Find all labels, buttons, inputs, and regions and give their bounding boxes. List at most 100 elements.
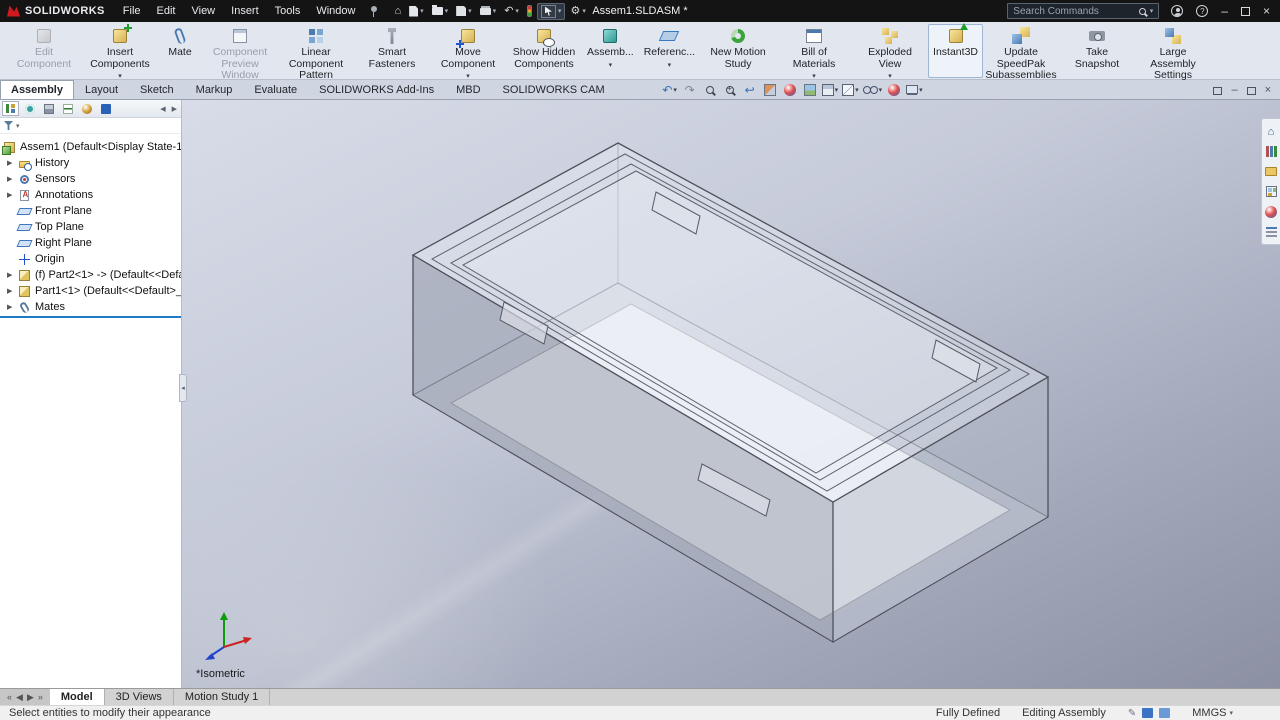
close-button[interactable]: × — [1263, 5, 1270, 17]
unit-system-selector[interactable]: MMGS ▾ — [1192, 707, 1233, 719]
custom-properties-button[interactable] — [1265, 225, 1278, 238]
solidworks-resources-button[interactable]: ⌂ — [1265, 125, 1278, 138]
ribbon-show-hidden-components-button[interactable]: Show Hidden Components — [506, 24, 582, 78]
apply-scene-button[interactable] — [802, 82, 818, 97]
ribbon-update-speedpak-button[interactable]: Update SpeedPak Subassemblies — [983, 24, 1059, 81]
ribbon-smart-fasteners-button[interactable]: Smart Fasteners — [354, 24, 430, 78]
status-tag-icon[interactable] — [1142, 708, 1154, 718]
ribbon-linear-component-pattern-button[interactable]: Linear Component Pattern ▾ — [278, 24, 354, 92]
ribbon-insert-components-button[interactable]: Insert Components ▾ — [82, 24, 158, 80]
select-tool-button[interactable]: ▾ — [536, 2, 566, 20]
close-document-icon[interactable]: × — [1265, 85, 1271, 96]
panel-tabs-scroll-right[interactable]: ▶ — [170, 105, 179, 113]
view-settings-button[interactable]: ▾ — [906, 82, 923, 97]
propertymanager-tab[interactable] — [21, 101, 38, 116]
tree-item-right-plane[interactable]: Right Plane — [0, 235, 181, 251]
previous-tab-button[interactable]: ◀ — [16, 692, 23, 703]
view-palette-button[interactable] — [1265, 185, 1278, 198]
file-explorer-button[interactable] — [1265, 165, 1278, 178]
featuremanager-tree-tab[interactable] — [2, 101, 19, 116]
tab-solidworks-add-ins[interactable]: SOLIDWORKS Add-Ins — [308, 80, 445, 99]
new-document-button[interactable]: ▾ — [406, 5, 427, 18]
restore-document-icon[interactable] — [1213, 86, 1223, 95]
command-search[interactable]: ▾ — [1007, 3, 1160, 19]
ribbon-new-motion-study-button[interactable]: New Motion Study — [700, 24, 776, 78]
filter-icon[interactable] — [4, 121, 13, 130]
save-button[interactable]: ▾ — [453, 5, 475, 17]
previous-view-button[interactable]: ↩ — [742, 82, 758, 97]
menu-window[interactable]: Window — [308, 2, 363, 20]
panel-collapse-handle[interactable]: ◂ — [179, 374, 187, 402]
zoom-area-button[interactable] — [722, 82, 738, 97]
tab-sketch[interactable]: Sketch — [129, 80, 185, 99]
ribbon-assembly-features-button[interactable]: Assemb... ▾ — [582, 24, 639, 78]
menu-edit[interactable]: Edit — [149, 2, 184, 20]
search-input[interactable] — [1013, 5, 1135, 17]
graphics-viewport[interactable]: *Isometric ⌂ — [182, 100, 1280, 688]
login-user-icon[interactable] — [1171, 5, 1184, 17]
tree-item-mates[interactable]: ▶ Mates — [0, 299, 181, 315]
tree-item-sensors[interactable]: ▶ Sensors — [0, 171, 181, 187]
redo-view-button[interactable]: ↷ — [682, 82, 698, 97]
ribbon-large-assembly-settings-button[interactable]: Large Assembly Settings — [1135, 24, 1211, 81]
ribbon-exploded-view-button[interactable]: Exploded View ▾ — [852, 24, 928, 80]
appearances-button[interactable] — [782, 82, 798, 97]
expand-arrow-icon[interactable]: ▶ — [7, 175, 18, 183]
filter-caret-icon[interactable]: ▾ — [16, 122, 20, 130]
maximize-document-icon[interactable] — [1246, 86, 1256, 95]
tree-item-origin[interactable]: Origin — [0, 251, 181, 267]
appearances-scenes-button[interactable] — [1265, 205, 1278, 218]
ribbon-bill-of-materials-button[interactable]: Bill of Materials ▾ — [776, 24, 852, 80]
configurationmanager-tab[interactable] — [40, 101, 57, 116]
tree-item-part2[interactable]: ▶ (f) Part2<1> -> (Default<<Defau — [0, 267, 181, 283]
tree-item-annotations[interactable]: ▶ Annotations — [0, 187, 181, 203]
search-caret-icon[interactable]: ▾ — [1150, 7, 1154, 15]
tab-evaluate[interactable]: Evaluate — [243, 80, 308, 99]
dropdown-caret-icon[interactable]: ▾ — [609, 60, 613, 72]
3d-model-assembly[interactable] — [186, 100, 1262, 688]
minimize-document-icon[interactable]: – — [1231, 85, 1237, 96]
edit-appearance-button[interactable] — [886, 82, 902, 97]
first-tab-button[interactable]: « — [7, 692, 12, 702]
dropdown-caret-icon[interactable]: ▾ — [668, 60, 672, 72]
help-icon[interactable]: ? — [1196, 5, 1209, 17]
dimxpertmanager-tab[interactable] — [59, 101, 76, 116]
options-button[interactable]: ⚙ ▾ — [567, 4, 588, 18]
tree-item-front-plane[interactable]: Front Plane — [0, 203, 181, 219]
edit-pencil-icon[interactable]: ✎ — [1128, 708, 1136, 719]
tree-root-item[interactable]: Assem1 (Default<Display State-1>) — [0, 139, 181, 155]
ribbon-move-component-button[interactable]: Move Component ▾ — [430, 24, 506, 80]
maximize-button[interactable] — [1240, 6, 1250, 16]
ribbon-take-snapshot-button[interactable]: Take Snapshot — [1059, 24, 1135, 78]
menu-file[interactable]: File — [115, 2, 149, 20]
tree-item-part1[interactable]: ▶ Part1<1> (Default<<Default>_Di — [0, 283, 181, 299]
tab-solidworks-cam[interactable]: SOLIDWORKS CAM — [492, 80, 616, 99]
menu-insert[interactable]: Insert — [223, 2, 267, 20]
cam-tree-tab[interactable] — [97, 101, 114, 116]
zoom-fit-button[interactable] — [702, 82, 718, 97]
tab-markup[interactable]: Markup — [185, 80, 244, 99]
expand-arrow-icon[interactable]: ▶ — [7, 303, 18, 311]
ribbon-component-preview-window-button[interactable]: Component Preview Window — [202, 24, 278, 81]
undo-view-button[interactable]: ↶ ▾ — [662, 82, 678, 97]
panel-tabs-scroll-left[interactable]: ◀ — [158, 105, 167, 113]
expand-arrow-icon[interactable]: ▶ — [7, 191, 18, 199]
tab-mbd[interactable]: MBD — [445, 80, 491, 99]
rebuild-button[interactable] — [524, 4, 535, 18]
home-button[interactable]: ⌂ — [391, 4, 404, 18]
ribbon-mate-button[interactable]: Mate — [158, 24, 202, 78]
expand-arrow-icon[interactable]: ▶ — [7, 271, 18, 279]
tab-layout[interactable]: Layout — [74, 80, 129, 99]
ribbon-edit-component-button[interactable]: Edit Component — [6, 24, 82, 78]
tree-item-history[interactable]: ▶ History — [0, 155, 181, 171]
ribbon-instant3d-button[interactable]: Instant3D — [928, 23, 983, 78]
tab-model[interactable]: Model — [49, 689, 105, 705]
displaymanager-tab[interactable] — [78, 101, 95, 116]
ribbon-reference-geometry-button[interactable]: Referenc... ▾ — [639, 24, 700, 78]
undo-button[interactable]: ↶ ▾ — [501, 4, 522, 18]
section-view-button[interactable] — [762, 82, 778, 97]
print-button[interactable]: ▾ — [477, 6, 500, 16]
hide-show-items-button[interactable]: ▾ — [862, 82, 882, 97]
status-tag-icon[interactable] — [1159, 708, 1171, 718]
open-button[interactable]: ▾ — [429, 5, 452, 16]
